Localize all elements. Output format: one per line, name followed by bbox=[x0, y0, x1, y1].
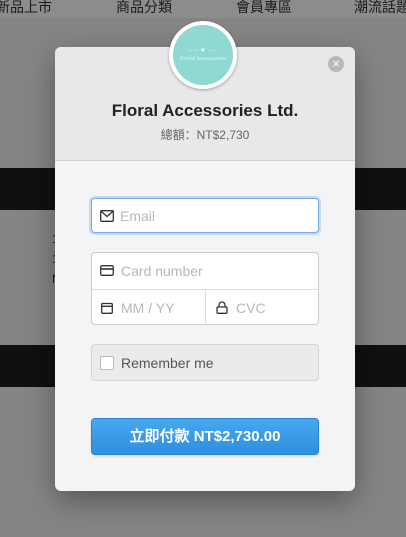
envelope-icon bbox=[100, 210, 114, 222]
logo-mark: —— ♥ —— bbox=[187, 48, 219, 54]
total-amount: 總額：NT$2,730 bbox=[160, 128, 250, 142]
card-number-row[interactable] bbox=[92, 253, 318, 289]
expiry-row[interactable] bbox=[92, 290, 205, 326]
logo-badge: —— ♥ —— Floral Accessories bbox=[173, 25, 233, 85]
remember-me-label: Remember me bbox=[121, 355, 214, 371]
pay-button[interactable]: 立即付款 NT$2,730.00 bbox=[91, 418, 319, 455]
cvc-input[interactable] bbox=[236, 290, 314, 325]
modal-header: —— ♥ —— Floral Accessories × Floral Acce… bbox=[55, 21, 355, 161]
merchant-logo: —— ♥ —— Floral Accessories bbox=[169, 21, 237, 89]
expiry-input[interactable] bbox=[121, 290, 201, 325]
credit-card-icon bbox=[100, 265, 114, 276]
calendar-icon bbox=[101, 302, 113, 314]
payment-modal: —— ♥ —— Floral Accessories × Floral Acce… bbox=[55, 21, 355, 491]
email-input[interactable] bbox=[120, 199, 310, 232]
cvc-row[interactable] bbox=[206, 290, 318, 326]
lock-icon bbox=[216, 301, 228, 314]
remember-me-checkbox[interactable] bbox=[100, 356, 114, 370]
merchant-name: Floral Accessories Ltd. bbox=[111, 101, 299, 120]
close-icon[interactable]: × bbox=[328, 56, 344, 72]
email-field[interactable] bbox=[91, 198, 319, 233]
logo-text: Floral Accessories bbox=[179, 56, 227, 62]
card-number-input[interactable] bbox=[121, 253, 311, 288]
remember-me-toggle[interactable]: Remember me bbox=[91, 344, 319, 381]
card-details-group bbox=[91, 252, 319, 325]
